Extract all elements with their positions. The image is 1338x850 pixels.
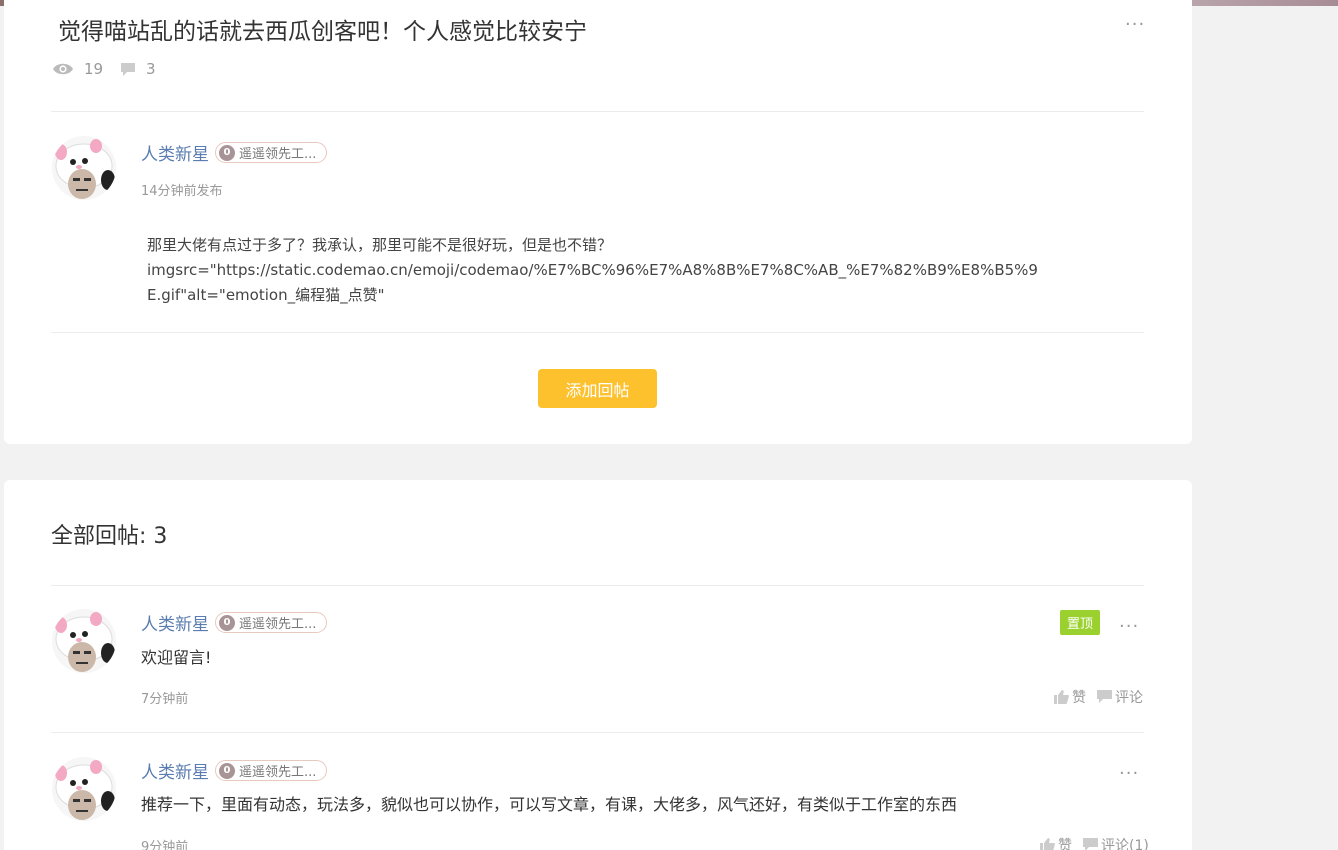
like-button[interactable]: 赞 <box>1054 687 1086 707</box>
eye-icon <box>53 63 73 75</box>
post-author: 人类新星 0 遥遥领先工... <box>141 140 328 165</box>
comment-label: 评论(1) <box>1101 838 1149 850</box>
badge-label: 遥遥领先工... <box>239 617 317 632</box>
title-badge[interactable]: 0 遥遥领先工... <box>215 612 328 633</box>
pinned-badge: 置顶 <box>1060 610 1100 635</box>
content-line: imgsrc="https://static.codemao.cn/emoji/… <box>147 261 1038 279</box>
divider <box>51 732 1144 733</box>
post-card: 觉得喵站乱的话就去西瓜创客吧！个人感觉比较安宁 ··· 19 3 人类新星 0 … <box>4 0 1192 444</box>
comment-icon <box>1097 690 1112 703</box>
reply-text: 欢迎留言! <box>141 648 212 667</box>
level-icon: 0 <box>219 762 235 779</box>
avatar[interactable] <box>52 136 116 200</box>
reply-author: 人类新星 0 遥遥领先工... <box>141 758 328 783</box>
title-badge[interactable]: 0 遥遥领先工... <box>215 142 328 163</box>
title-badge[interactable]: 0 遥遥领先工... <box>215 760 328 781</box>
avatar[interactable] <box>52 757 116 821</box>
divider <box>51 111 1144 112</box>
divider <box>51 585 1144 586</box>
post-more-button[interactable]: ··· <box>1125 16 1145 34</box>
panda-avatar-icon <box>52 757 116 821</box>
post-content: 那里大佬有点过于多了？我承认，那里可能不是很好玩，但是也不错？ imgsrc="… <box>147 233 1067 308</box>
thumbs-up-icon <box>1054 690 1069 704</box>
post-time: 14分钟前发布 <box>141 184 223 199</box>
content-line: 那里大佬有点过于多了？我承认，那里可能不是很好玩，但是也不错？ <box>147 236 613 254</box>
like-button[interactable]: 赞 <box>1040 835 1072 850</box>
comment-icon <box>121 62 135 76</box>
badge-label: 遥遥领先工... <box>239 765 317 780</box>
add-reply-button[interactable]: 添加回帖 <box>538 369 657 408</box>
replies-card: 全部回帖: 3 人类新星 0 遥遥领先工... 置顶 ··· 欢迎留言! 7分钟… <box>4 480 1192 850</box>
post-title: 觉得喵站乱的话就去西瓜创客吧！个人感觉比较安宁 <box>58 19 587 45</box>
reply-text: 推荐一下，里面有动态，玩法多，貌似也可以协作，可以写文章，有课，大佬多，风气还好… <box>141 795 958 814</box>
replies-title: 全部回帖: 3 <box>51 524 168 549</box>
view-count-value: 19 <box>84 60 104 78</box>
comment-count-value: 3 <box>146 60 156 78</box>
reply-author: 人类新星 0 遥遥领先工... <box>141 610 328 635</box>
like-label: 赞 <box>1072 690 1086 706</box>
content-line: E.gif"alt="emotion_编程猫_点赞" <box>147 286 385 304</box>
level-icon: 0 <box>219 144 235 161</box>
view-count: 19 <box>52 60 103 78</box>
author-name[interactable]: 人类新星 <box>141 140 209 165</box>
thumbs-up-icon <box>1040 838 1055 850</box>
panda-avatar-icon <box>52 136 116 200</box>
like-label: 赞 <box>1058 838 1072 850</box>
comment-icon <box>1083 838 1098 850</box>
author-name[interactable]: 人类新星 <box>141 610 209 635</box>
avatar[interactable] <box>52 609 116 673</box>
divider <box>51 332 1144 333</box>
comment-label: 评论 <box>1115 690 1143 706</box>
comment-button[interactable]: 评论 <box>1097 687 1143 707</box>
level-icon: 0 <box>219 614 235 631</box>
badge-label: 遥遥领先工... <box>239 147 317 162</box>
reply-time: 7分钟前 <box>141 692 189 707</box>
comment-count: 3 <box>120 60 156 78</box>
comment-button[interactable]: 评论(1) <box>1083 835 1149 850</box>
reply-more-button[interactable]: ··· <box>1119 765 1139 783</box>
panda-avatar-icon <box>52 609 116 673</box>
author-name[interactable]: 人类新星 <box>141 758 209 783</box>
reply-time: 9分钟前 <box>141 840 189 850</box>
reply-more-button[interactable]: ··· <box>1119 618 1139 636</box>
